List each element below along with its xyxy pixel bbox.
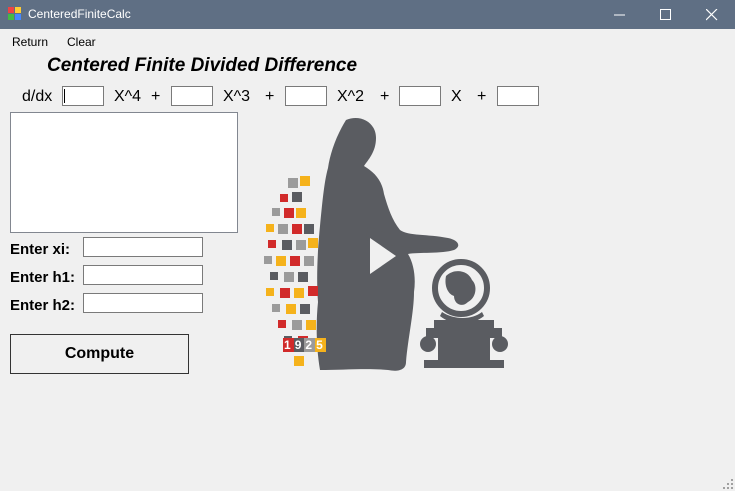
page-title: Centered Finite Divided Difference [47,55,358,76]
coefficient-x4-input[interactable] [62,86,104,106]
minimize-icon [614,14,625,16]
coefficient-x-input[interactable] [399,86,441,106]
close-button[interactable] [689,0,735,29]
window-title: CenteredFiniteCalc [28,7,131,21]
year-digit: 5 [315,338,326,352]
h2-input[interactable] [83,293,203,313]
term-x4-label: X^4 [114,88,142,105]
menu-bar: Return Clear [0,30,735,52]
h1-input[interactable] [83,265,203,285]
term-x3-label: X^3 [223,88,251,105]
term-x2-label: X^2 [337,88,365,105]
menu-return[interactable]: Return [12,35,48,49]
derivative-label: d/dx [22,88,53,105]
plus-sign: + [477,88,487,105]
app-icon[interactable] [8,7,22,21]
maximize-icon [660,9,671,20]
constant-input[interactable] [497,86,539,106]
coefficient-x3-input[interactable] [171,86,213,106]
h1-label: Enter h1: [10,269,76,286]
plus-sign: + [265,88,275,105]
minimize-button[interactable] [597,0,643,29]
h2-label: Enter h2: [10,297,76,314]
maximize-button[interactable] [643,0,689,29]
year-digit: 9 [293,338,305,352]
year-digit: 1 [283,338,294,352]
university-logo [264,118,508,371]
plus-sign: + [380,88,390,105]
xi-label: Enter xi: [10,241,71,258]
plus-sign: + [151,88,161,105]
close-icon [706,9,718,21]
logo-year: 1925 [283,338,326,352]
output-textbox[interactable] [10,112,238,233]
title-bar: CenteredFiniteCalc [0,0,735,29]
term-x-label: X [451,88,462,105]
coefficient-x2-input[interactable] [285,86,327,106]
year-digit: 2 [304,338,316,352]
compute-button[interactable]: Compute [10,334,189,374]
resize-grip-icon[interactable] [723,479,733,489]
xi-input[interactable] [83,237,203,257]
text-caret [64,89,65,103]
menu-clear[interactable]: Clear [67,35,96,49]
